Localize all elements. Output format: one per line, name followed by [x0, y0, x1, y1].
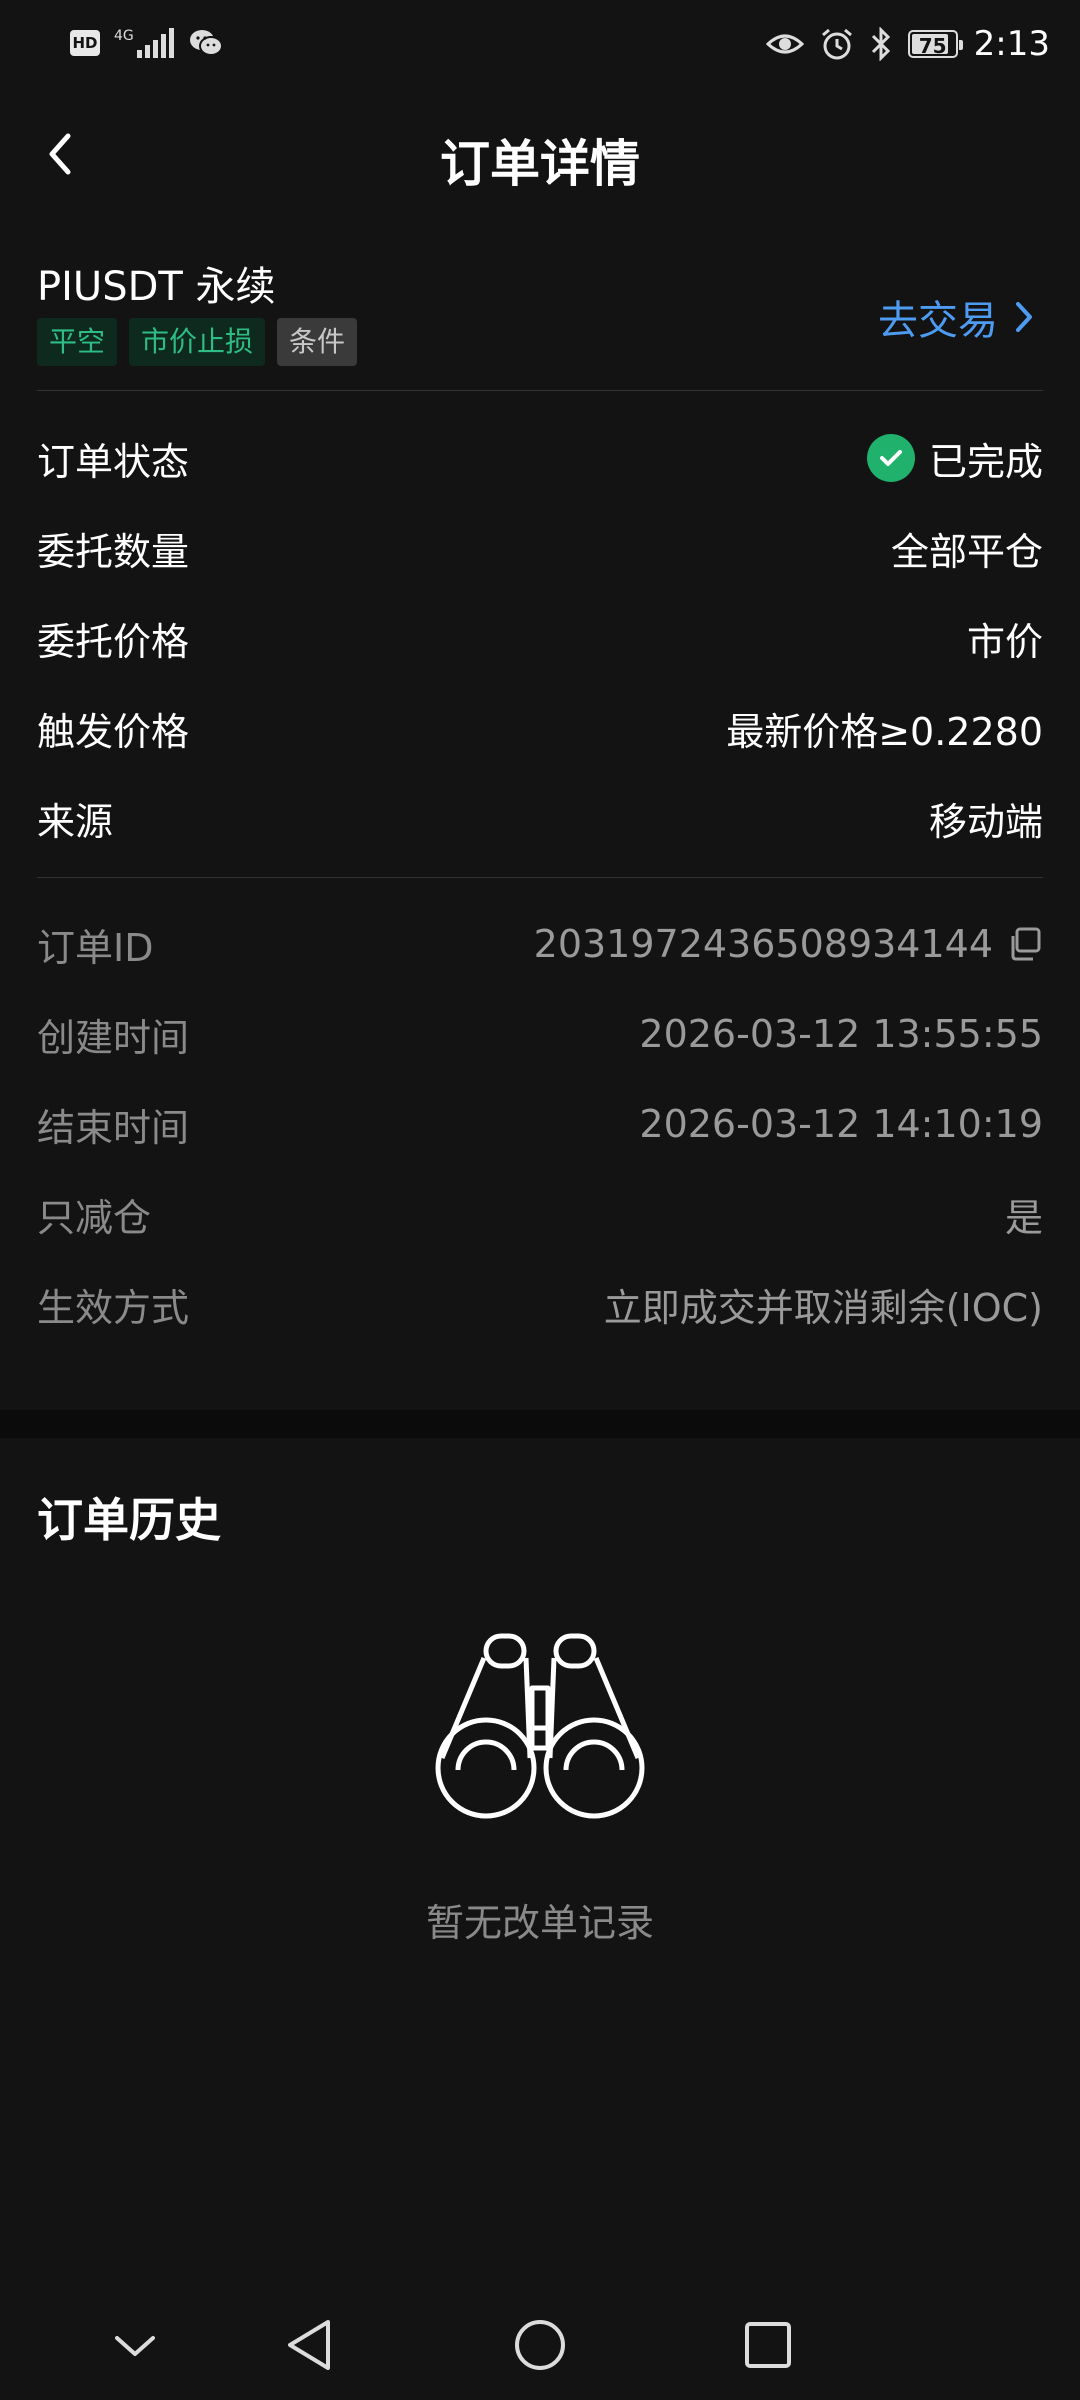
check-circle-icon — [866, 434, 915, 482]
meta-value: 2031972436508934144 — [534, 922, 1043, 966]
battery-icon: 75 — [907, 30, 963, 58]
status-bar-right: 75 2:13 — [765, 24, 1050, 64]
divider — [37, 877, 1043, 878]
meta-value: 2026-03-12 13:55:55 — [639, 1012, 1043, 1056]
status-bar-left: HD 4G — [70, 28, 224, 58]
detail-row-price: 委托价格 市价 — [37, 608, 1043, 668]
detail-label: 来源 — [37, 799, 114, 844]
detail-label: 委托价格 — [37, 619, 190, 664]
network-type-label: 4G — [114, 28, 134, 44]
circle-home-icon — [515, 2320, 565, 2370]
meta-label: 生效方式 — [37, 1285, 190, 1330]
meta-value: 立即成交并取消剩余(IOC) — [603, 1285, 1043, 1330]
nav-home-button[interactable] — [505, 2310, 575, 2380]
bluetooth-icon — [871, 27, 890, 61]
order-tags: 平空 市价止损 条件 — [37, 318, 358, 366]
detail-label: 订单状态 — [37, 439, 190, 484]
square-recents-icon — [745, 2322, 791, 2368]
nav-collapse-button[interactable] — [100, 2310, 170, 2380]
signal-icon: 4G — [114, 28, 174, 58]
order-history-title: 订单历史 — [37, 1493, 221, 1547]
status-bar: HD 4G 75 2:13 — [0, 0, 1080, 92]
meta-value: 是 — [1004, 1195, 1043, 1240]
meta-label: 只减仓 — [37, 1195, 152, 1240]
go-trade-label: 去交易 — [878, 298, 998, 344]
meta-value: 2026-03-12 14:10:19 — [639, 1102, 1043, 1146]
tag-market-stop-loss: 市价止损 — [129, 318, 266, 366]
detail-row-status: 订单状态 已完成 — [37, 428, 1043, 488]
nav-recents-button[interactable] — [733, 2310, 803, 2380]
contract-symbol: PIUSDT 永续 — [37, 264, 276, 310]
chevron-right-icon — [1016, 302, 1032, 332]
back-button[interactable] — [40, 126, 100, 190]
system-navigation-bar — [0, 2300, 1080, 2400]
eye-icon — [765, 34, 804, 54]
detail-row-quantity: 委托数量 全部平仓 — [37, 518, 1043, 578]
tag-close-short: 平空 — [37, 318, 118, 366]
order-status-text: 已完成 — [928, 439, 1043, 484]
tag-conditional: 条件 — [277, 318, 358, 366]
detail-row-source: 来源 移动端 — [37, 788, 1043, 848]
chevron-down-icon — [115, 2336, 155, 2356]
section-separator — [0, 1410, 1080, 1438]
meta-row-order-id: 订单ID 2031972436508934144 — [37, 914, 1043, 974]
meta-label: 创建时间 — [37, 1015, 190, 1060]
nav-back-button[interactable] — [274, 2310, 344, 2380]
detail-value: 移动端 — [928, 799, 1043, 844]
go-trade-link[interactable]: 去交易 — [878, 288, 1036, 346]
detail-label: 委托数量 — [37, 529, 190, 574]
triangle-back-icon — [288, 2320, 330, 2370]
empty-state-text: 暂无改单记录 — [425, 1901, 654, 1945]
chevron-left-icon — [49, 133, 71, 175]
detail-row-trigger-price: 触发价格 最新价格≥0.2280 — [37, 698, 1043, 758]
alarm-icon — [821, 28, 852, 60]
order-id-text: 2031972436508934144 — [533, 922, 993, 966]
detail-label: 触发价格 — [37, 709, 190, 754]
divider — [37, 390, 1043, 391]
detail-value: 已完成 — [866, 431, 1043, 486]
binoculars-icon — [435, 1633, 645, 1819]
detail-value: 最新价格≥0.2280 — [726, 709, 1043, 754]
detail-value: 市价 — [966, 619, 1043, 664]
meta-row-end-time: 结束时间 2026-03-12 14:10:19 — [37, 1094, 1043, 1154]
meta-row-reduce-only: 只减仓 是 — [37, 1184, 1043, 1244]
top-app-bar: 订单详情 — [0, 110, 1080, 210]
wechat-icon — [189, 30, 223, 56]
battery-level: 75 — [918, 34, 947, 58]
page-title: 订单详情 — [440, 135, 640, 193]
clock: 2:13 — [973, 24, 1050, 64]
meta-row-created-time: 创建时间 2026-03-12 13:55:55 — [37, 1004, 1043, 1064]
copy-icon[interactable] — [1007, 926, 1043, 962]
hd-icon: HD — [70, 30, 100, 56]
meta-row-time-in-force: 生效方式 立即成交并取消剩余(IOC) — [37, 1274, 1043, 1334]
meta-label: 订单ID — [37, 925, 154, 970]
detail-value: 全部平仓 — [890, 529, 1043, 574]
meta-label: 结束时间 — [37, 1105, 190, 1150]
